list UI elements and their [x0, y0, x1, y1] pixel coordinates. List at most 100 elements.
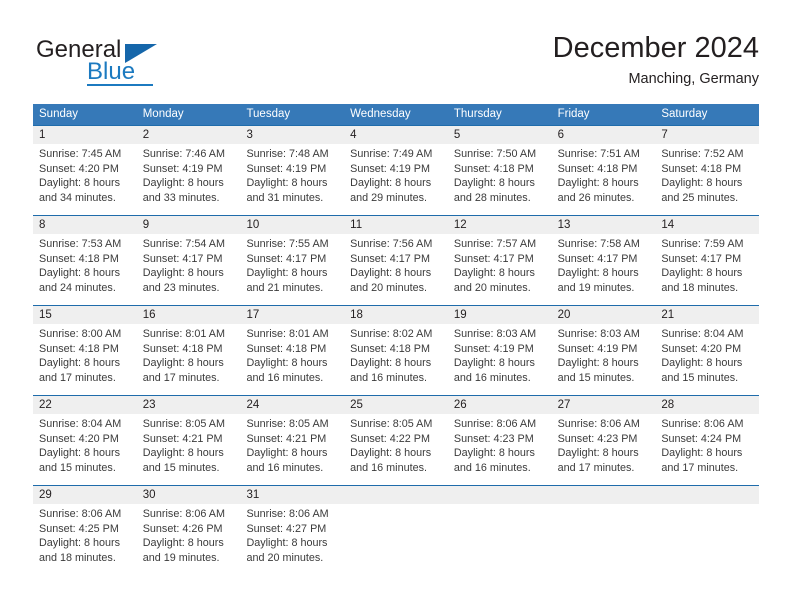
day-cell[interactable]: Sunrise: 7:59 AM Sunset: 4:17 PM Dayligh… — [655, 234, 759, 305]
day-cell[interactable]: Sunrise: 8:05 AM Sunset: 4:21 PM Dayligh… — [240, 414, 344, 485]
daylight-text-line1: Daylight: 8 hours — [557, 177, 639, 190]
day-cell[interactable]: Sunrise: 7:57 AM Sunset: 4:17 PM Dayligh… — [448, 234, 552, 305]
day-cell[interactable]: Sunrise: 8:00 AM Sunset: 4:18 PM Dayligh… — [33, 324, 137, 395]
day-cell[interactable]: Sunrise: 7:52 AM Sunset: 4:18 PM Dayligh… — [655, 144, 759, 215]
sunrise-text: Sunrise: 7:45 AM — [39, 148, 122, 160]
day-number[interactable]: 26 — [448, 396, 552, 414]
sunset-text: Sunset: 4:18 PM — [350, 342, 430, 355]
day-cell[interactable]: Sunrise: 8:05 AM Sunset: 4:21 PM Dayligh… — [137, 414, 241, 485]
day-cell[interactable]: Sunrise: 8:01 AM Sunset: 4:18 PM Dayligh… — [137, 324, 241, 395]
day-number[interactable]: 12 — [448, 216, 552, 234]
daylight-text-line2: and 17 minutes. — [142, 371, 220, 384]
day-cell[interactable]: Sunrise: 8:03 AM Sunset: 4:19 PM Dayligh… — [448, 324, 552, 395]
sunrise-text: Sunrise: 8:06 AM — [557, 418, 640, 430]
weekday-saturday: Saturday — [661, 108, 708, 120]
day-cell[interactable]: Sunrise: 7:56 AM Sunset: 4:17 PM Dayligh… — [344, 234, 448, 305]
day-number[interactable]: 30 — [137, 486, 241, 504]
daylight-text-line2: and 34 minutes. — [39, 191, 116, 204]
day-cell[interactable]: Sunrise: 7:46 AM Sunset: 4:19 PM Dayligh… — [137, 144, 241, 215]
day-cell[interactable]: Sunrise: 7:55 AM Sunset: 4:17 PM Dayligh… — [240, 234, 344, 305]
sunset-text: Sunset: 4:27 PM — [246, 522, 327, 535]
day-number[interactable]: 15 — [33, 306, 137, 324]
day-cell[interactable]: Sunrise: 7:50 AM Sunset: 4:18 PM Dayligh… — [448, 144, 552, 215]
day-number[interactable]: 1 — [33, 126, 137, 144]
daylight-text-line1: Daylight: 8 hours — [350, 267, 432, 280]
day-number[interactable]: 5 — [448, 126, 552, 144]
day-number[interactable]: 16 — [137, 306, 241, 324]
day-number[interactable]: 4 — [344, 126, 448, 144]
day-cell-empty — [552, 504, 656, 575]
week-row: 1 2 3 4 5 6 7 Sunrise: 7:45 AM Sunset: 4… — [33, 125, 759, 215]
daylight-text-line2: and 18 minutes. — [39, 551, 116, 564]
daylight-text-line2: and 33 minutes. — [142, 191, 220, 204]
daylight-text-line2: and 28 minutes. — [453, 191, 531, 204]
day-number[interactable]: 31 — [240, 486, 344, 504]
daylight-text-line1: Daylight: 8 hours — [142, 267, 224, 280]
daylight-text-line1: Daylight: 8 hours — [142, 447, 224, 460]
sunrise-text: Sunrise: 7:52 AM — [661, 148, 744, 160]
day-cell[interactable]: Sunrise: 7:53 AM Sunset: 4:18 PM Dayligh… — [33, 234, 137, 305]
day-cell[interactable]: Sunrise: 8:04 AM Sunset: 4:20 PM Dayligh… — [655, 324, 759, 395]
week-row: 29 30 31 Sunrise: 8:06 AM Sunset: 4:25 P… — [33, 485, 759, 575]
day-cell[interactable]: Sunrise: 8:04 AM Sunset: 4:20 PM Dayligh… — [33, 414, 137, 485]
sunset-text: Sunset: 4:17 PM — [246, 252, 327, 265]
week-daynumber-band: 22 23 24 25 26 27 28 — [33, 396, 759, 414]
day-number[interactable]: 28 — [655, 396, 759, 414]
day-number[interactable]: 14 — [655, 216, 759, 234]
day-cell[interactable]: Sunrise: 8:06 AM Sunset: 4:26 PM Dayligh… — [137, 504, 241, 575]
day-number[interactable]: 20 — [552, 306, 656, 324]
sunrise-text: Sunrise: 7:54 AM — [142, 238, 225, 250]
day-cell[interactable]: Sunrise: 8:02 AM Sunset: 4:18 PM Dayligh… — [344, 324, 448, 395]
day-cell[interactable]: Sunrise: 8:01 AM Sunset: 4:18 PM Dayligh… — [240, 324, 344, 395]
day-number[interactable]: 27 — [552, 396, 656, 414]
daylight-text-line1: Daylight: 8 hours — [246, 177, 328, 190]
day-cell[interactable]: Sunrise: 8:06 AM Sunset: 4:27 PM Dayligh… — [240, 504, 344, 575]
day-cell[interactable]: Sunrise: 7:54 AM Sunset: 4:17 PM Dayligh… — [137, 234, 241, 305]
sunrise-text: Sunrise: 8:02 AM — [350, 328, 433, 340]
day-number[interactable]: 9 — [137, 216, 241, 234]
day-cell[interactable]: Sunrise: 7:49 AM Sunset: 4:19 PM Dayligh… — [344, 144, 448, 215]
day-number[interactable]: 24 — [240, 396, 344, 414]
day-cell[interactable]: Sunrise: 8:05 AM Sunset: 4:22 PM Dayligh… — [344, 414, 448, 485]
week-daynumber-band: 8 9 10 11 12 13 14 — [33, 216, 759, 234]
day-number[interactable]: 3 — [240, 126, 344, 144]
day-cell[interactable]: Sunrise: 8:06 AM Sunset: 4:25 PM Dayligh… — [33, 504, 137, 575]
day-number[interactable]: 6 — [552, 126, 656, 144]
day-cell[interactable]: Sunrise: 8:06 AM Sunset: 4:23 PM Dayligh… — [552, 414, 656, 485]
day-cell[interactable]: Sunrise: 7:45 AM Sunset: 4:20 PM Dayligh… — [33, 144, 137, 215]
day-number[interactable]: 22 — [33, 396, 137, 414]
day-number-empty — [448, 486, 552, 504]
page-subtitle-location: Manching, Germany — [628, 71, 759, 87]
sunset-text: Sunset: 4:18 PM — [557, 162, 638, 175]
sunset-text: Sunset: 4:17 PM — [142, 252, 223, 265]
sunrise-text: Sunrise: 8:05 AM — [246, 418, 329, 430]
day-cell[interactable]: Sunrise: 7:48 AM Sunset: 4:19 PM Dayligh… — [240, 144, 344, 215]
day-number[interactable]: 29 — [33, 486, 137, 504]
sunrise-text: Sunrise: 7:57 AM — [453, 238, 537, 250]
day-number[interactable]: 25 — [344, 396, 448, 414]
sunset-text: Sunset: 4:17 PM — [557, 252, 638, 265]
daylight-text-line1: Daylight: 8 hours — [246, 537, 328, 550]
day-number[interactable]: 18 — [344, 306, 448, 324]
day-number-empty — [655, 486, 759, 504]
daylight-text-line2: and 17 minutes. — [39, 371, 116, 384]
day-cell[interactable]: Sunrise: 8:06 AM Sunset: 4:24 PM Dayligh… — [655, 414, 759, 485]
day-number[interactable]: 8 — [33, 216, 137, 234]
day-number[interactable]: 13 — [552, 216, 656, 234]
generalblue-logo[interactable]: General Blue — [36, 36, 186, 92]
day-cell[interactable]: Sunrise: 8:03 AM Sunset: 4:19 PM Dayligh… — [552, 324, 656, 395]
day-cell[interactable]: Sunrise: 8:06 AM Sunset: 4:23 PM Dayligh… — [448, 414, 552, 485]
day-cell[interactable]: Sunrise: 7:58 AM Sunset: 4:17 PM Dayligh… — [552, 234, 656, 305]
day-number[interactable]: 10 — [240, 216, 344, 234]
day-number[interactable]: 19 — [448, 306, 552, 324]
day-number[interactable]: 17 — [240, 306, 344, 324]
daylight-text-line2: and 19 minutes. — [557, 281, 635, 294]
day-number[interactable]: 2 — [137, 126, 241, 144]
daylight-text-line1: Daylight: 8 hours — [557, 267, 639, 280]
day-number[interactable]: 11 — [344, 216, 448, 234]
day-number[interactable]: 23 — [137, 396, 241, 414]
sunrise-text: Sunrise: 7:55 AM — [246, 238, 329, 250]
day-number[interactable]: 21 — [655, 306, 759, 324]
day-cell[interactable]: Sunrise: 7:51 AM Sunset: 4:18 PM Dayligh… — [552, 144, 656, 215]
day-number[interactable]: 7 — [655, 126, 759, 144]
